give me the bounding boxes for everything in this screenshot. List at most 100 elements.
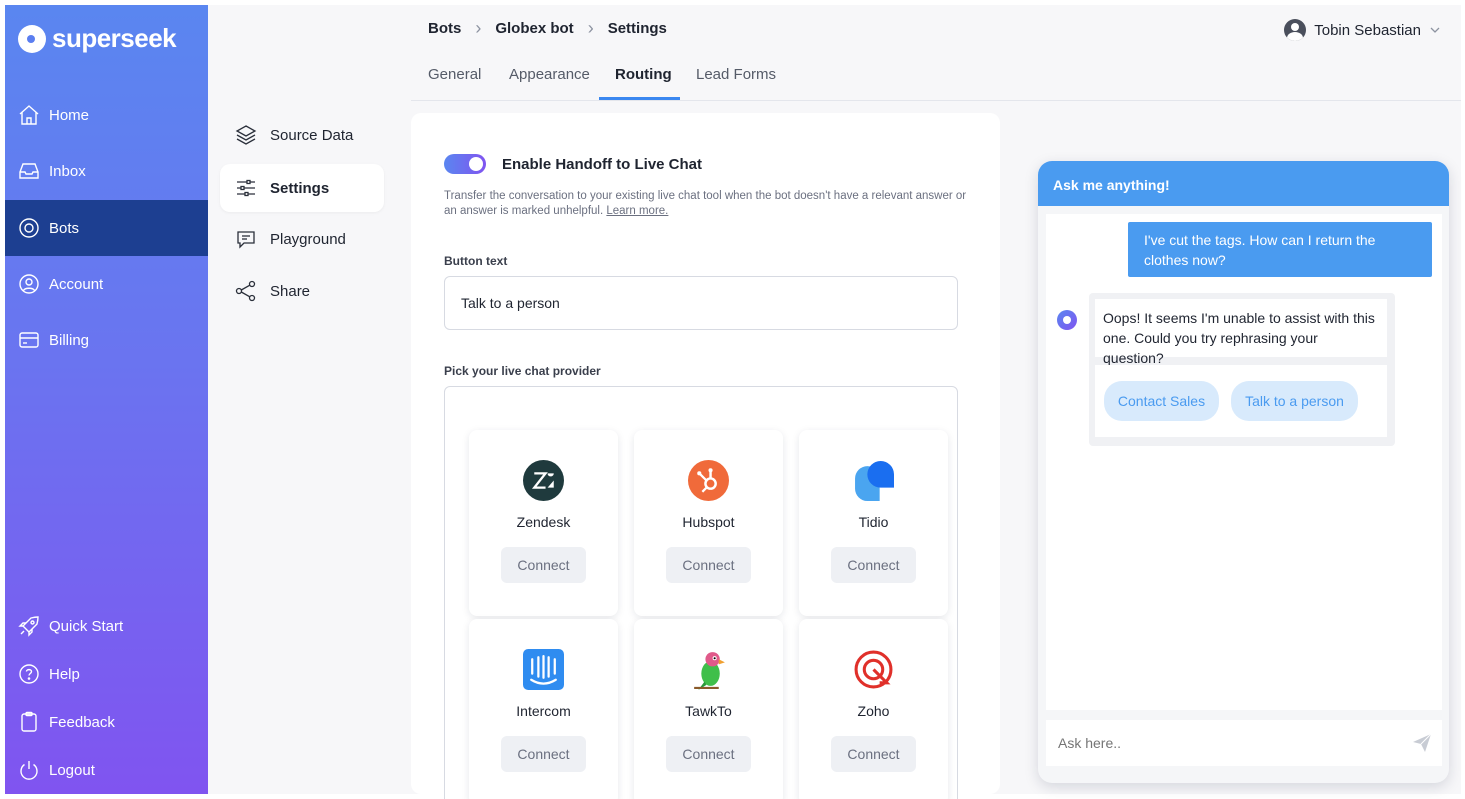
chat-bubble-icon bbox=[237, 231, 255, 249]
nav-item-inbox[interactable]: Inbox bbox=[5, 143, 208, 199]
chat-messages: I've cut the tags. How can I return the … bbox=[1046, 214, 1442, 710]
provider-label: Pick your live chat provider bbox=[444, 364, 601, 378]
connect-button[interactable]: Connect bbox=[501, 736, 586, 772]
learn-more-link[interactable]: Learn more. bbox=[606, 205, 668, 217]
bot-avatar-icon bbox=[1057, 310, 1077, 330]
subnav-label-source-data: Source Data bbox=[270, 126, 354, 144]
bot-sidebar: Source Data Settings Playground Share bbox=[208, 5, 411, 794]
user-message: I've cut the tags. How can I return the … bbox=[1128, 222, 1432, 277]
chat-input[interactable] bbox=[1046, 720, 1442, 766]
nav-item-billing[interactable]: Billing bbox=[5, 312, 208, 368]
chat-header: Ask me anything! bbox=[1038, 161, 1449, 206]
chevron-right-icon: › bbox=[587, 18, 594, 38]
primary-sidebar: superseek Home Inbox Bots Account Billin… bbox=[5, 5, 208, 794]
nav-label-inbox: Inbox bbox=[49, 162, 86, 180]
subnav-item-settings[interactable]: Settings bbox=[220, 164, 384, 212]
handoff-help-body: Transfer the conversation to your existi… bbox=[444, 190, 967, 217]
tawkto-parrot-logo-icon bbox=[694, 652, 725, 690]
sliders-icon bbox=[237, 179, 255, 197]
connect-button[interactable]: Connect bbox=[666, 547, 751, 583]
provider-name: Intercom bbox=[516, 703, 571, 719]
contact-sales-button[interactable]: Contact Sales bbox=[1104, 381, 1219, 421]
provider-name: TawkTo bbox=[685, 703, 732, 719]
subnav-item-share[interactable]: Share bbox=[220, 267, 384, 315]
bot-quick-actions: Contact Sales Talk to a person bbox=[1095, 365, 1387, 437]
provider-card-zoho[interactable]: Zoho Connect bbox=[799, 619, 948, 799]
help-icon bbox=[19, 664, 39, 684]
breadcrumb-bots[interactable]: Bots bbox=[428, 20, 461, 37]
home-icon bbox=[19, 105, 39, 125]
subnav-label-share: Share bbox=[270, 282, 311, 300]
chat-preview-widget: Ask me anything! I've cut the tags. How … bbox=[1038, 161, 1449, 783]
subnav-item-playground[interactable]: Playground bbox=[220, 215, 384, 263]
nav-label-quick-start: Quick Start bbox=[49, 617, 124, 635]
provider-card-hubspot[interactable]: Hubspot Connect bbox=[634, 430, 783, 616]
breadcrumb: Bots › Globex bot › Settings bbox=[428, 18, 667, 39]
talk-to-person-button[interactable]: Talk to a person bbox=[1231, 381, 1358, 421]
power-icon bbox=[20, 761, 38, 780]
chevron-down-icon bbox=[1430, 27, 1440, 33]
clipboard-icon bbox=[21, 711, 37, 732]
account-icon bbox=[19, 274, 39, 294]
bot-response: Oops! It seems I'm unable to assist with… bbox=[1089, 293, 1395, 446]
provider-card-tidio[interactable]: Tidio Connect bbox=[799, 430, 948, 616]
tidio-logo-icon bbox=[855, 461, 894, 501]
breadcrumb-bot[interactable]: Globex bot bbox=[495, 20, 573, 37]
rocket-icon bbox=[18, 616, 39, 637]
subnav-item-source-data[interactable]: Source Data bbox=[220, 111, 384, 159]
nav-label-account: Account bbox=[49, 275, 104, 293]
provider-name: Hubspot bbox=[682, 514, 735, 530]
nav-item-account[interactable]: Account bbox=[5, 256, 208, 312]
active-tab-indicator bbox=[599, 97, 680, 100]
layers-icon bbox=[235, 125, 257, 145]
brand-logo[interactable]: superseek bbox=[18, 23, 177, 54]
user-menu[interactable]: Tobin Sebastian bbox=[1284, 19, 1441, 41]
inbox-icon bbox=[19, 163, 39, 179]
handoff-toggle[interactable] bbox=[444, 154, 486, 174]
credit-card-icon bbox=[19, 332, 39, 348]
zoho-logo-icon bbox=[854, 650, 893, 689]
bots-icon bbox=[19, 218, 39, 238]
hubspot-logo-icon bbox=[688, 460, 729, 501]
user-name: Tobin Sebastian bbox=[1314, 21, 1421, 39]
button-text-label: Button text bbox=[444, 254, 508, 268]
provider-card-tawkto[interactable]: TawkTo Connect bbox=[634, 619, 783, 799]
provider-name: Tidio bbox=[858, 514, 889, 530]
handoff-help-text: Transfer the conversation to your existi… bbox=[444, 189, 974, 219]
connect-button[interactable]: Connect bbox=[501, 547, 586, 583]
share-icon bbox=[235, 280, 256, 302]
connect-button[interactable]: Connect bbox=[831, 547, 916, 583]
brand-name: superseek bbox=[52, 23, 177, 53]
subnav-label-playground: Playground bbox=[270, 230, 346, 248]
tab-routing[interactable]: Routing bbox=[615, 57, 672, 100]
tab-general[interactable]: General bbox=[428, 57, 481, 100]
tab-lead-forms[interactable]: Lead Forms bbox=[696, 57, 776, 100]
subnav-label-settings: Settings bbox=[270, 179, 330, 197]
nav-label-bots: Bots bbox=[49, 219, 80, 237]
user-avatar-icon bbox=[1284, 19, 1307, 41]
nav-item-logout[interactable]: Logout bbox=[5, 742, 208, 798]
send-icon[interactable] bbox=[1412, 733, 1432, 753]
nav-label-logout: Logout bbox=[49, 761, 95, 779]
handoff-toggle-label: Enable Handoff to Live Chat bbox=[502, 156, 703, 173]
zendesk-logo-icon bbox=[523, 460, 564, 501]
superseek-logo-icon bbox=[18, 24, 46, 53]
provider-name: Zendesk bbox=[516, 514, 571, 530]
provider-name: Zoho bbox=[857, 703, 890, 719]
intercom-logo-icon bbox=[523, 649, 564, 690]
nav-label-home: Home bbox=[49, 106, 90, 124]
connect-button[interactable]: Connect bbox=[831, 736, 916, 772]
connect-button[interactable]: Connect bbox=[666, 736, 751, 772]
settings-tabs: General Appearance Routing Lead Forms bbox=[411, 57, 1461, 101]
nav-label-help: Help bbox=[49, 665, 80, 683]
bot-message: Oops! It seems I'm unable to assist with… bbox=[1095, 299, 1387, 366]
chevron-right-icon: › bbox=[475, 18, 482, 38]
tab-appearance[interactable]: Appearance bbox=[509, 57, 590, 100]
nav-item-bots[interactable]: Bots bbox=[5, 200, 208, 256]
provider-card-zendesk[interactable]: Zendesk Connect bbox=[469, 430, 618, 616]
provider-card-intercom[interactable]: Intercom Connect bbox=[469, 619, 618, 799]
nav-label-feedback: Feedback bbox=[49, 713, 115, 731]
nav-label-billing: Billing bbox=[49, 331, 90, 349]
nav-item-home[interactable]: Home bbox=[5, 87, 208, 143]
button-text-input[interactable] bbox=[444, 276, 958, 330]
